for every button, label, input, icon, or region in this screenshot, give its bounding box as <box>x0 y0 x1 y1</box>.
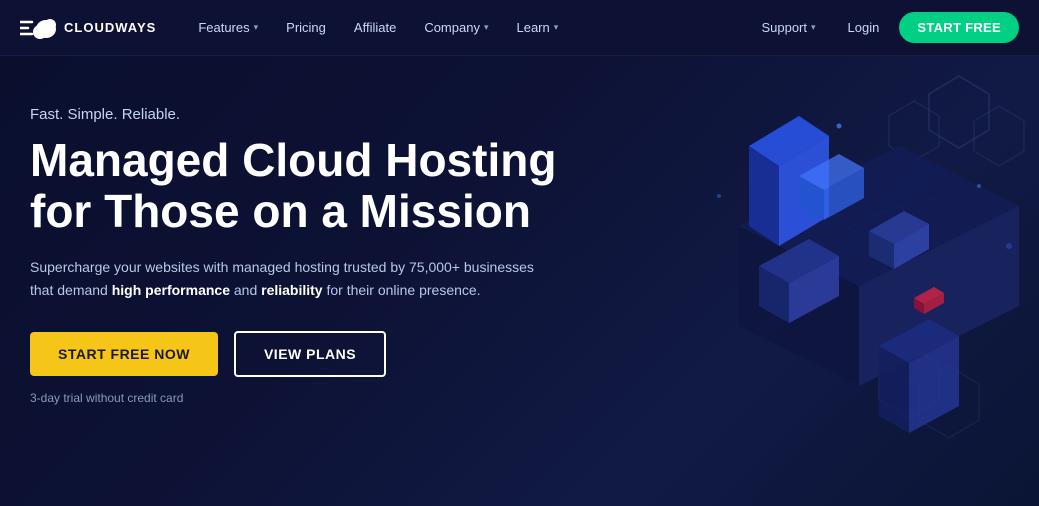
hero-buttons: START FREE NOW VIEW PLANS <box>30 331 610 377</box>
hero-content: Fast. Simple. Reliable. Managed Cloud Ho… <box>30 106 610 405</box>
nav-right: Support ▾ Login START FREE <box>749 12 1019 43</box>
hero-description: Supercharge your websites with managed h… <box>30 256 550 301</box>
hero-title: Managed Cloud Hostingfor Those on a Miss… <box>30 135 610 236</box>
nav-item-learn[interactable]: Learn ▾ <box>504 14 570 41</box>
nav-item-affiliate[interactable]: Affiliate <box>342 14 408 41</box>
learn-chevron-icon: ▾ <box>554 22 559 33</box>
nav-login[interactable]: Login <box>832 14 896 41</box>
cloudways-logo-icon <box>20 14 56 42</box>
nav-start-free-button[interactable]: START FREE <box>899 12 1019 43</box>
hero-section: Fast. Simple. Reliable. Managed Cloud Ho… <box>0 56 1039 506</box>
nav-item-company[interactable]: Company ▾ <box>412 14 500 41</box>
nav-links: Features ▾ Pricing Affiliate Company ▾ L… <box>186 14 749 41</box>
support-chevron-icon: ▾ <box>811 22 816 33</box>
trial-text: 3-day trial without credit card <box>30 391 610 405</box>
nav-item-pricing[interactable]: Pricing <box>274 14 338 41</box>
logo[interactable]: CLOUDWAYS <box>20 14 156 42</box>
hero-subtitle: Fast. Simple. Reliable. <box>30 106 610 123</box>
logo-text: CLOUDWAYS <box>64 20 156 35</box>
nav-support[interactable]: Support ▾ <box>749 14 827 41</box>
navbar: CLOUDWAYS Features ▾ Pricing Affiliate C… <box>0 0 1039 56</box>
view-plans-button[interactable]: VIEW PLANS <box>234 331 386 377</box>
nav-item-features[interactable]: Features ▾ <box>186 14 270 41</box>
features-chevron-icon: ▾ <box>254 22 259 33</box>
company-chevron-icon: ▾ <box>484 22 489 33</box>
start-free-now-button[interactable]: START FREE NOW <box>30 332 218 376</box>
